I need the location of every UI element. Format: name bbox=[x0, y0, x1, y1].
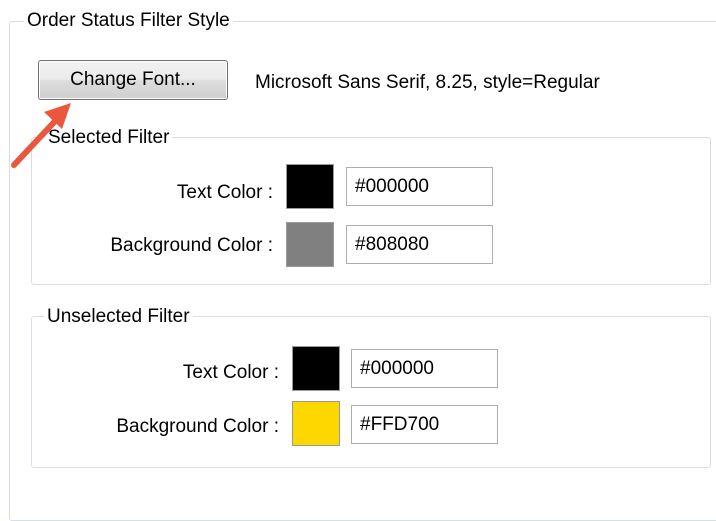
annotation-arrow-icon bbox=[11, 103, 71, 168]
